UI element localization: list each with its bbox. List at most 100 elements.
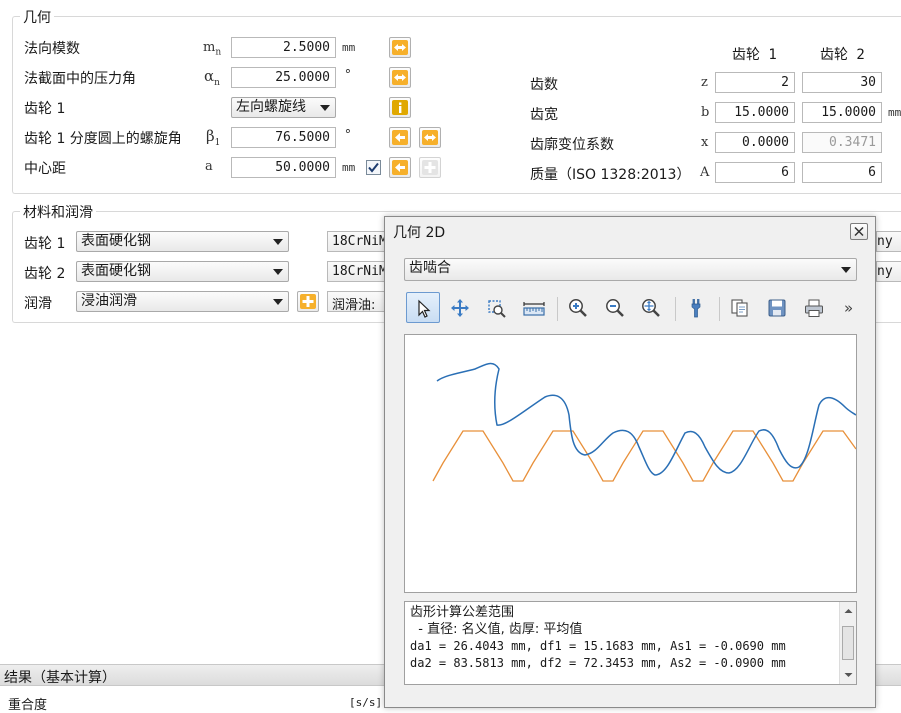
chevron-down-icon: [273, 239, 283, 245]
normal-module-label: 法向模数: [24, 41, 80, 57]
pan-tool[interactable]: [443, 292, 477, 323]
move-icon: [451, 299, 469, 317]
helix-direction-select[interactable]: 左向螺旋线: [231, 97, 336, 118]
normal-module-unit: mm: [342, 41, 356, 54]
gear1-quality-input[interactable]: 6: [715, 162, 795, 183]
plus-icon: [422, 160, 438, 175]
copy-tool[interactable]: [723, 292, 757, 323]
helix-angle-calc-button[interactable]: [389, 127, 411, 148]
quality-symbol: A: [700, 165, 710, 180]
save-icon: [768, 299, 786, 317]
gear1-helix-label: 齿轮 1: [24, 101, 66, 117]
zoom-in-icon: [569, 299, 587, 317]
gear1-material-field[interactable]: 18CrNiMo7-6: [327, 231, 387, 252]
center-distance-add-button[interactable]: [419, 157, 441, 178]
select-tool[interactable]: [406, 292, 440, 323]
gear2-teeth-input[interactable]: 30: [802, 72, 882, 93]
gear1-profile-shift-input[interactable]: 0.0000: [715, 132, 795, 153]
gear2-column-header: 齿轮 2: [820, 47, 865, 63]
gear-mesh-canvas[interactable]: [404, 334, 857, 593]
gear2-material-field[interactable]: 18CrNiMo7-6: [327, 261, 387, 282]
center-distance-checkbox[interactable]: [366, 160, 381, 175]
checkmark-icon: [368, 162, 379, 173]
plus-icon: [300, 294, 316, 309]
toolbar-separator: [557, 297, 558, 321]
info-line: da1 = 26.4043 mm, df1 = 15.1683 mm, As1 …: [410, 639, 786, 653]
geometry-2d-dialog: 几何 2D 齿啮合 » 齿形计算公差范围 - 直径: 名义值, 齿厚: 平均值 …: [384, 216, 876, 708]
materials-group-title: 材料和润滑: [20, 202, 96, 222]
pressure-angle-symbol: αn: [204, 67, 220, 88]
pressure-angle-label: 法截面中的压力角: [24, 71, 136, 87]
chevron-down-icon: [841, 267, 851, 273]
print-tool[interactable]: [797, 292, 831, 323]
ruler-icon: [523, 302, 545, 316]
pressure-angle-input[interactable]: 25.0000: [231, 67, 336, 88]
double-arrow-icon: [392, 40, 408, 55]
helix-angle-convert-button[interactable]: [419, 127, 441, 148]
scroll-thumb[interactable]: [842, 626, 854, 660]
face-width-symbol: b: [701, 105, 710, 120]
scroll-up-icon: [844, 609, 853, 613]
zoom-fit-tool[interactable]: [634, 292, 668, 323]
chevron-down-icon: [273, 299, 283, 305]
calculation-info-panel: 齿形计算公差范围 - 直径: 名义值, 齿厚: 平均值 da1 = 26.404…: [404, 601, 857, 685]
center-distance-calc-button[interactable]: [389, 157, 411, 178]
results-title: 结果（基本计算）: [4, 670, 116, 686]
gear2-material-select[interactable]: 表面硬化钢: [76, 261, 289, 282]
wrench-icon: [691, 299, 701, 318]
gear-mesh-plot: [432, 362, 856, 482]
profile-shift-symbol: x: [701, 135, 709, 150]
helix-info-button[interactable]: [389, 97, 411, 118]
center-distance-input[interactable]: 50.0000: [231, 157, 336, 178]
scroll-down-icon: [844, 673, 853, 677]
chevron-down-icon: [320, 105, 330, 111]
toolbar-separator: [719, 297, 720, 321]
gear1-face-width-input[interactable]: 15.0000: [715, 102, 795, 123]
zoom-out-icon: [606, 299, 624, 317]
close-button[interactable]: [850, 223, 868, 240]
gear2-profile-shift-value: 0.3471: [802, 132, 882, 153]
normal-module-convert-button[interactable]: [389, 37, 411, 58]
double-arrow-icon: [392, 70, 408, 85]
save-tool[interactable]: [760, 292, 794, 323]
crop-icon: [488, 300, 506, 318]
gear2-face-width-input[interactable]: 15.0000: [802, 102, 882, 123]
lubrication-select[interactable]: 浸油润滑: [76, 291, 289, 312]
toolbar-overflow-button[interactable]: »: [844, 299, 853, 317]
double-arrow-icon: [422, 130, 438, 145]
info-icon: [392, 100, 408, 115]
gear1-material-right-fragment: ny J: [876, 231, 901, 252]
teeth-count-label: 齿数: [530, 77, 558, 93]
quality-label: 质量（ISO 1328:2013）: [530, 167, 691, 183]
helix-angle-input[interactable]: 76.5000: [231, 127, 336, 148]
gear2-material-right-fragment: ny J: [876, 261, 901, 282]
gear2-material-label: 齿轮 2: [24, 266, 66, 282]
print-icon: [805, 299, 823, 317]
normal-module-input[interactable]: 2.5000: [231, 37, 336, 58]
close-icon: [854, 226, 864, 237]
zoom-out-tool[interactable]: [598, 292, 632, 323]
info-panel-scrollbar[interactable]: [839, 602, 856, 684]
dialog-title: 几何 2D: [393, 225, 446, 241]
info-line: da2 = 83.5813 mm, df2 = 72.3453 mm, As2 …: [410, 656, 786, 670]
gear2-tooth-profile: [432, 430, 856, 482]
info-line: 齿形计算公差范围: [410, 605, 515, 620]
center-distance-label: 中心距: [24, 161, 66, 177]
settings-tool[interactable]: [679, 292, 713, 323]
zoom-in-tool[interactable]: [561, 292, 595, 323]
center-distance-symbol: a: [205, 159, 213, 174]
gear2-quality-input[interactable]: 6: [802, 162, 882, 183]
chevron-down-icon: [273, 269, 283, 275]
measure-tool[interactable]: [516, 292, 550, 323]
helix-angle-symbol: β1: [206, 127, 221, 148]
zoom-window-tool[interactable]: [479, 292, 513, 323]
gear1-teeth-input[interactable]: 2: [715, 72, 795, 93]
lubricant-field[interactable]: 润滑油:: [327, 291, 387, 312]
view-select[interactable]: 齿啮合: [404, 258, 857, 281]
lubrication-add-button[interactable]: [297, 291, 319, 312]
pressure-angle-convert-button[interactable]: [389, 67, 411, 88]
gear1-material-select[interactable]: 表面硬化钢: [76, 231, 289, 252]
pressure-angle-unit: °: [344, 68, 352, 83]
center-distance-unit: mm: [342, 161, 356, 174]
helix-angle-unit: °: [344, 128, 352, 143]
